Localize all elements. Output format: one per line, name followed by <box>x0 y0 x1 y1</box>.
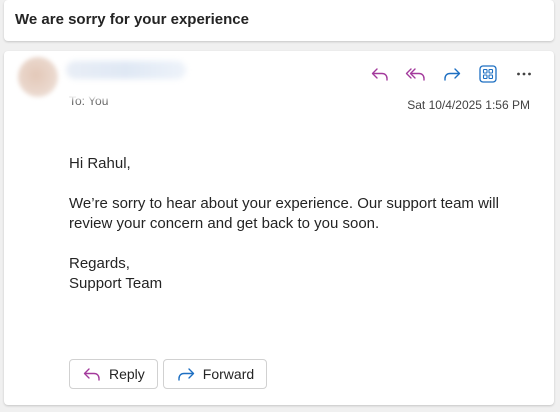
reply-actions: Reply Forward <box>69 359 272 389</box>
body-paragraph: We’re sorry to hear about your experienc… <box>69 195 499 232</box>
message-date: Sat 10/4/2025 1:56 PM <box>407 98 530 112</box>
reply-all-toolbar-button[interactable] <box>402 62 430 86</box>
reply-toolbar-button[interactable] <box>366 62 394 86</box>
reply-button-label: Reply <box>109 366 145 382</box>
reply-icon <box>83 368 100 381</box>
greeting: Hi Rahul, <box>69 155 131 172</box>
closing: Regards, <box>69 255 130 272</box>
forward-toolbar-button[interactable] <box>438 62 466 86</box>
sender-name-blurred <box>66 61 186 79</box>
subject-card: We are sorry for your experience <box>4 0 554 41</box>
closing-block: Regards, Support Team <box>69 254 529 294</box>
more-actions-button[interactable] <box>510 62 538 86</box>
more-icon <box>517 72 531 76</box>
apps-toolbar-button[interactable] <box>474 62 502 86</box>
email-subject: We are sorry for your experience <box>15 11 249 28</box>
forward-icon <box>178 368 194 381</box>
to-line: To: You <box>67 89 127 107</box>
reply-button[interactable]: Reply <box>69 359 158 389</box>
message-card: To: You Sat 10/4/2025 1:56 PM Hi Rahul, … <box>4 51 554 405</box>
message-body: Hi Rahul, We’re sorry to hear about your… <box>69 154 529 294</box>
reply-all-icon <box>405 68 425 81</box>
signature: Support Team <box>69 275 163 292</box>
apps-icon <box>479 65 497 83</box>
forward-button[interactable]: Forward <box>162 359 268 389</box>
forward-icon <box>444 68 461 81</box>
forward-button-label: Forward <box>202 366 255 382</box>
message-toolbar <box>366 62 538 86</box>
sender-avatar[interactable] <box>18 57 58 97</box>
reply-icon <box>371 68 388 81</box>
to-line-blur <box>67 89 127 99</box>
